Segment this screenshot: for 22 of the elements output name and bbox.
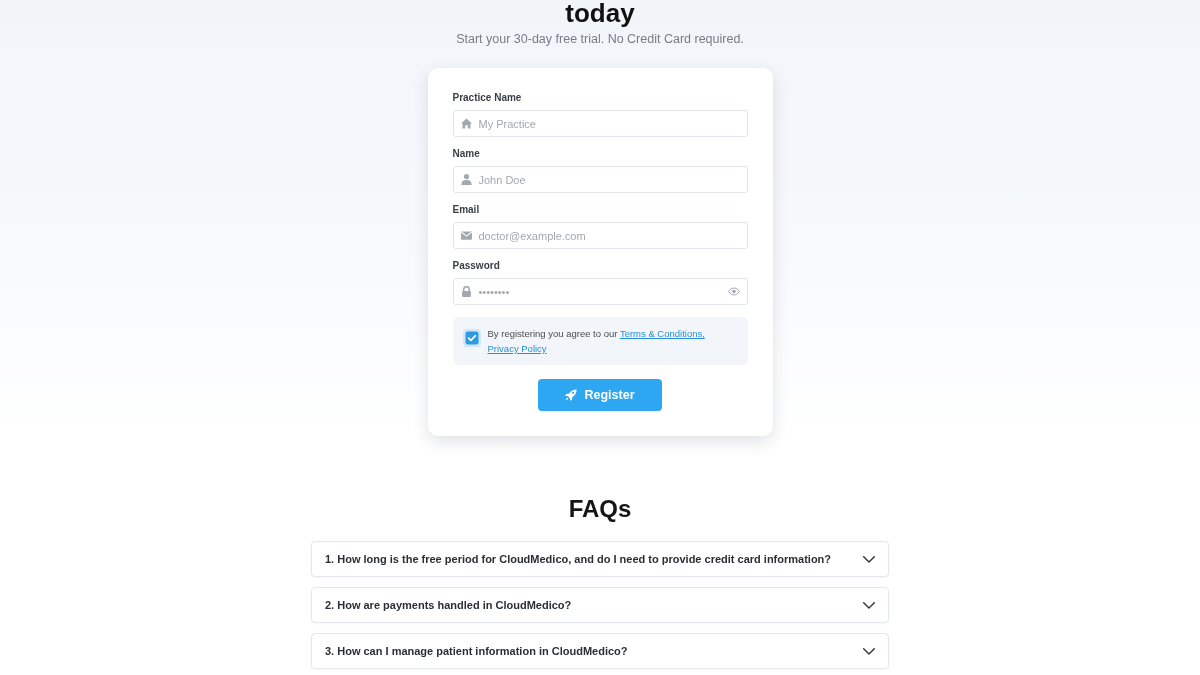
field-label: Email — [452, 203, 481, 216]
email-field[interactable]: doctor@example.com — [452, 222, 748, 249]
subtitle: Start your 30-day free trial. No Credit Card required. — [456, 31, 744, 48]
text-field[interactable]: My Practice — [452, 110, 748, 137]
field-label: Password — [452, 259, 501, 272]
person-icon — [460, 174, 472, 185]
faq-item[interactable]: 3. How can I manage patient information in CloudMedico? — [311, 633, 889, 669]
page-heading: today — [565, 0, 635, 27]
house-icon — [460, 118, 472, 129]
password-field[interactable]: •••••••• — [452, 278, 748, 305]
text-field[interactable]: John Doe — [452, 166, 748, 193]
agreement-text: By registering you agree to our Terms & Conditions, Privacy Policy — [487, 327, 706, 356]
faq-item[interactable]: 2. How are payments handled in CloudMedico? — [311, 587, 889, 623]
envelope-icon — [460, 230, 472, 241]
rocket-icon — [565, 389, 578, 401]
field-label: Name — [452, 147, 481, 160]
eye-icon[interactable] — [727, 287, 740, 296]
field-label: Practice Name — [452, 91, 523, 104]
checkbox[interactable] — [462, 329, 481, 347]
faq-heading: FAQs — [568, 494, 632, 524]
faq-item[interactable]: 1. How long is the free period for CloudMedico, and do I need to provide credit card information? — [311, 541, 889, 577]
lock-icon — [460, 286, 472, 297]
